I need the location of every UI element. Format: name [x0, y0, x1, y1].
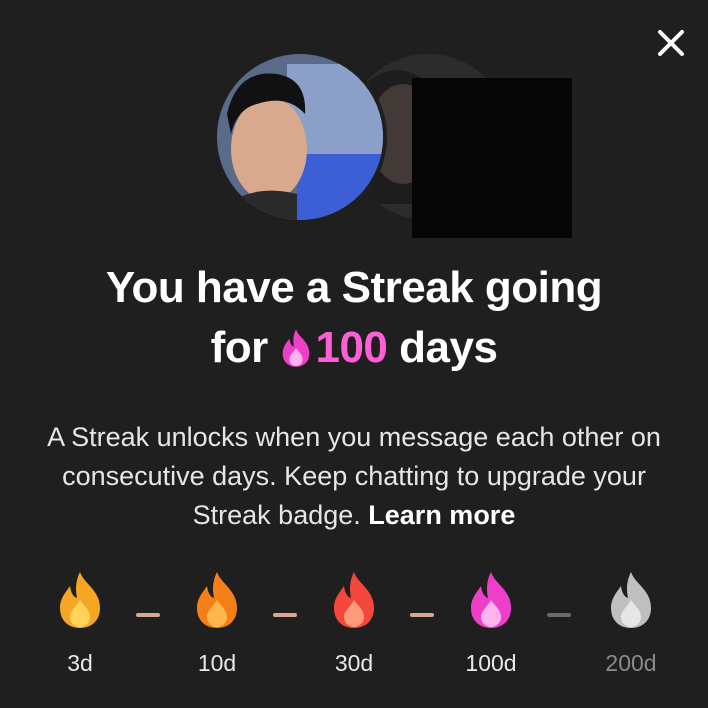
flame-pink-icon — [283, 329, 310, 367]
milestone-label: 10d — [197, 650, 237, 676]
flame-pink-icon — [471, 572, 511, 628]
redacted-area — [412, 78, 572, 238]
streak-count: 100 — [315, 323, 388, 372]
milestone-label: 100d — [465, 650, 517, 676]
milestone-label: 3d — [67, 650, 93, 676]
milestone-connector — [136, 613, 160, 617]
milestone-connector — [547, 613, 571, 617]
streak-headline: You have a Streak going for 100 days — [0, 258, 708, 378]
milestone-connector — [273, 613, 297, 617]
streak-description: A Streak unlocks when you message each o… — [40, 418, 668, 535]
flame-red-icon — [334, 572, 374, 628]
milestone-10d: 10d — [172, 570, 262, 677]
learn-more-link[interactable]: Learn more — [368, 500, 515, 530]
milestone-3d: 3d — [35, 570, 125, 677]
milestone-connector — [410, 613, 434, 617]
headline-line-1: You have a Streak going — [105, 263, 603, 312]
flame-yellow-icon — [60, 572, 100, 628]
avatar-group — [0, 0, 708, 250]
streak-milestones: 3d 10d 30d 100d 200d — [0, 570, 708, 690]
milestone-30d: 30d — [309, 570, 399, 677]
headline-for: for — [210, 323, 269, 372]
avatar-user — [213, 50, 387, 224]
headline-days: days — [399, 323, 498, 372]
flame-grey-icon — [611, 572, 651, 628]
milestone-label: 30d — [334, 650, 374, 676]
flame-orange-icon — [197, 572, 237, 628]
milestone-100d: 100d — [446, 570, 536, 677]
description-text: A Streak unlocks when you message each o… — [47, 422, 661, 530]
milestone-label: 200d — [605, 650, 657, 676]
milestone-200d: 200d — [586, 570, 676, 677]
headline-line-2: for 100 days — [0, 318, 708, 378]
